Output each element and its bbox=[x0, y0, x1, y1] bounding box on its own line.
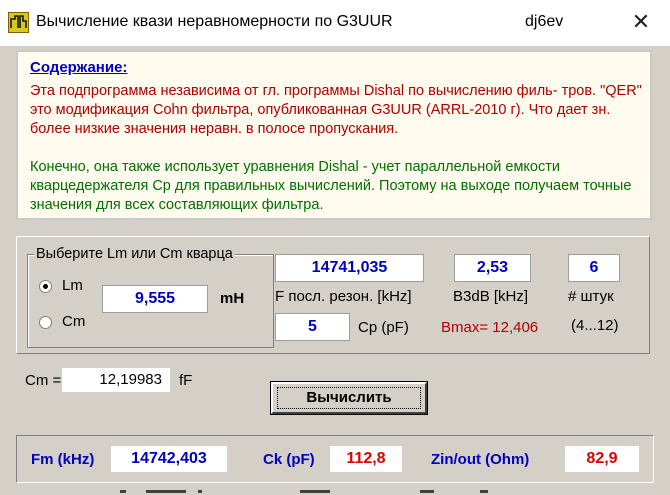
ck-label: Ck (pF) bbox=[263, 451, 315, 468]
cp-label: Cp (pF) bbox=[358, 319, 409, 336]
lm-unit-label: mH bbox=[220, 290, 245, 307]
cm-result-label: Cm = bbox=[25, 372, 62, 389]
fm-value: 14742,403 bbox=[111, 446, 227, 472]
lm-cm-value-input[interactable]: 9,555 bbox=[102, 285, 208, 313]
cp-input[interactable]: 5 bbox=[275, 313, 350, 341]
f-series-input[interactable]: 14741,035 bbox=[275, 254, 424, 282]
radio-cm[interactable] bbox=[39, 316, 52, 329]
radio-cm-label[interactable]: Cm bbox=[62, 313, 85, 330]
info-heading: Содержание: bbox=[30, 59, 128, 76]
info-paragraph-2: Конечно, она также использует уравнения … bbox=[30, 159, 632, 213]
count-range-label: (4...12) bbox=[571, 317, 619, 334]
count-label: # штук bbox=[568, 288, 614, 305]
cm-result-value: 12,19983 bbox=[62, 368, 170, 392]
radio-lm-label[interactable]: Lm bbox=[62, 277, 83, 294]
f-series-label: F посл. резон. [kHz] bbox=[275, 288, 412, 305]
ck-value: 112,8 bbox=[330, 446, 402, 472]
zin-value: 82,9 bbox=[565, 446, 639, 472]
info-paragraph-1: Эта подпрограмма независима от гл. прогр… bbox=[30, 83, 642, 137]
window-title: Вычисление квази неравномерности по G3UU… bbox=[36, 13, 393, 30]
groupbox-legend: Выберите Lm или Cm кварца bbox=[34, 246, 235, 262]
calculate-button[interactable]: Вычислить bbox=[271, 382, 427, 414]
results-panel: Fm (kHz) 14742,403 Ck (pF) 112,8 Zin/out… bbox=[16, 435, 654, 483]
b3db-input[interactable]: 2,53 bbox=[454, 254, 531, 282]
lm-cm-groupbox: Выберите Lm или Cm кварца Lm Cm 9,555 mH bbox=[27, 246, 274, 348]
title-bar: Вычисление квази неравномерности по G3UU… bbox=[0, 0, 670, 46]
radio-lm-dot bbox=[43, 284, 48, 289]
focus-rect bbox=[277, 387, 421, 409]
cropped-footer-text bbox=[120, 490, 500, 495]
input-panel: Выберите Lm или Cm кварца Lm Cm 9,555 mH… bbox=[16, 236, 650, 354]
bmax-readout: Bmax= 12,406 bbox=[441, 319, 539, 336]
dialog-client-area: Содержание: Эта подпрограмма независима … bbox=[0, 46, 670, 495]
fm-label: Fm (kHz) bbox=[31, 451, 95, 468]
window-author: dj6ev bbox=[525, 13, 564, 30]
zin-label: Zin/out (Ohm) bbox=[431, 451, 530, 468]
cm-result-unit: fF bbox=[179, 372, 193, 389]
info-panel: Содержание: Эта подпрограмма независима … bbox=[16, 50, 652, 220]
close-icon[interactable]: ✕ bbox=[629, 10, 653, 34]
app-icon bbox=[8, 12, 29, 33]
count-input[interactable]: 6 bbox=[568, 254, 620, 282]
b3db-label: B3dB [kHz] bbox=[453, 288, 529, 305]
radio-lm[interactable] bbox=[39, 280, 52, 293]
